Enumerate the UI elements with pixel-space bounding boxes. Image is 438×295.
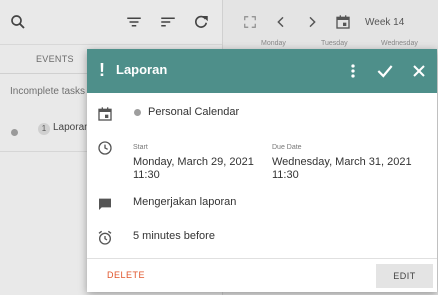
refresh-icon[interactable]: [192, 13, 210, 31]
more-vert-icon[interactable]: [343, 61, 363, 81]
start-label: Start: [133, 144, 148, 151]
task-color-dot: [11, 129, 18, 136]
calendar-icon[interactable]: [335, 14, 351, 30]
task-priority-badge: 1: [38, 123, 50, 135]
calendar-name: Personal Calendar: [148, 106, 240, 118]
close-icon[interactable]: [409, 61, 429, 81]
dialog-footer: DELETE EDIT: [87, 258, 437, 293]
events-header-label: EVENTS: [36, 54, 74, 64]
due-date-label: Due Date: [272, 144, 302, 151]
clock-icon: [98, 141, 112, 155]
check-icon[interactable]: [375, 61, 395, 81]
due-date: Wednesday, March 31, 2021: [272, 156, 412, 168]
day-header: Tuesday: [321, 40, 348, 47]
task-description: Mengerjakan laporan: [133, 196, 237, 208]
filter-icon[interactable]: [125, 13, 143, 31]
sort-icon[interactable]: [159, 13, 177, 31]
due-time: 11:30: [272, 169, 299, 181]
chevron-left-icon[interactable]: [273, 14, 289, 30]
calendar-color-dot: [134, 109, 141, 116]
edit-button[interactable]: EDIT: [376, 264, 433, 288]
task-detail-dialog: ! Laporan Personal Calendar Start Monday…: [87, 49, 437, 292]
start-date: Monday, March 29, 2021: [133, 156, 254, 168]
comment-icon: [99, 198, 111, 210]
search-icon[interactable]: [9, 13, 27, 31]
day-header: Monday: [261, 40, 286, 47]
incomplete-tasks-label: Incomplete tasks: [10, 86, 86, 97]
expand-icon[interactable]: [243, 15, 257, 29]
dialog-title: Laporan: [116, 62, 168, 77]
start-time: 11:30: [133, 169, 160, 181]
calendar-icon: [98, 107, 112, 121]
day-header: Wednesday: [381, 40, 418, 47]
tasks-toolbar: [0, 0, 222, 44]
dialog-header: ! Laporan: [87, 49, 437, 93]
priority-exclamation-icon: !: [99, 60, 105, 80]
task-label: Laporan: [53, 122, 90, 133]
chevron-right-icon[interactable]: [304, 14, 320, 30]
calendar-toolbar: Week 14: [223, 0, 438, 44]
week-label: Week 14: [365, 17, 405, 28]
delete-button[interactable]: DELETE: [107, 270, 145, 280]
reminder-text: 5 minutes before: [133, 230, 215, 242]
alarm-icon: [98, 230, 112, 245]
